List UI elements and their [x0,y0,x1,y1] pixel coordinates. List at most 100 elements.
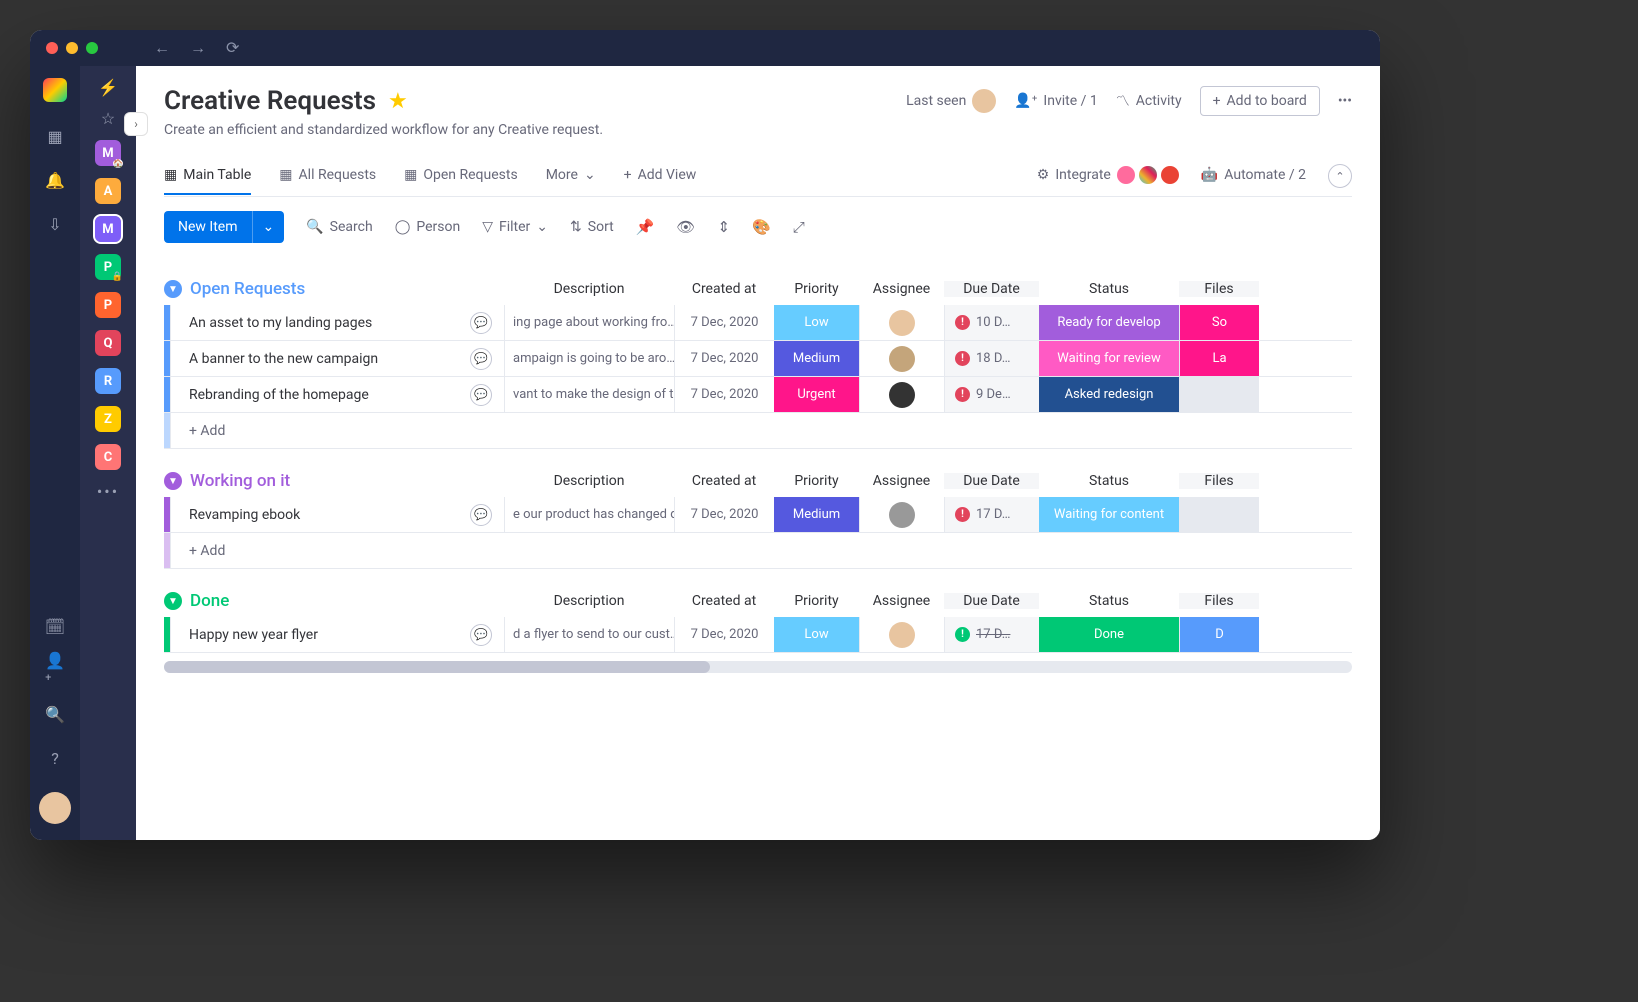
person-filter-button[interactable]: ◯Person [395,219,461,235]
tab-more[interactable]: More ⌄ [546,157,596,195]
chat-icon[interactable]: 💬 [470,384,492,406]
cell-priority[interactable]: Low [774,305,859,340]
workspace-chip[interactable]: Q [95,330,121,356]
group-title[interactable]: Done [190,591,229,611]
group-collapse-icon[interactable]: ▼ [164,472,182,490]
user-avatar[interactable] [39,792,71,824]
activity-button[interactable]: 〽Activity [1116,91,1182,111]
forward-icon[interactable]: → [190,38,206,58]
search-icon[interactable]: 🔍 [45,704,65,724]
cell-due-date[interactable]: !17 D… [944,617,1039,652]
chat-icon[interactable]: 💬 [470,312,492,334]
cell-due-date[interactable]: !18 D… [944,341,1039,376]
workspace-chip[interactable]: M [95,216,121,242]
add-item-row[interactable]: + Add [164,533,1352,569]
new-item-button[interactable]: New Item⌄ [164,211,284,243]
integrate-button[interactable]: ⚙Integrate [1037,156,1179,196]
workspace-chip[interactable]: C [95,444,121,470]
invite-button[interactable]: 👤⁺Invite / 1 [1014,93,1097,109]
workspace-chip[interactable]: P [95,292,121,318]
cell-files[interactable]: So [1179,305,1259,340]
cell-priority[interactable]: Low [774,617,859,652]
table-row[interactable]: Rebranding of the homepage💬 vant to make… [164,377,1352,413]
cell-files[interactable] [1179,497,1259,532]
app-logo[interactable] [43,78,67,102]
sort-button[interactable]: ⇅Sort [570,219,614,235]
color-icon[interactable]: 🎨 [752,218,771,236]
search-button[interactable]: 🔍Search [306,219,372,235]
group-title[interactable]: Working on it [190,471,290,491]
workspace-chip[interactable]: R [95,368,121,394]
workspace-chip[interactable]: P🔒 [95,254,121,280]
cell-assignee[interactable] [859,305,944,340]
cell-description[interactable]: ing page about working fro… [504,305,674,340]
cell-description[interactable]: e our product has changed d… [504,497,674,532]
tab-all-requests[interactable]: ▦All Requests [279,157,376,195]
pin-icon[interactable]: 📌 [636,218,655,236]
workspace-chip[interactable]: M🏠 [95,140,121,166]
boards-icon[interactable]: ▦ [45,126,65,146]
cell-description[interactable]: d a flyer to send to our cust… [504,617,674,652]
window-minimize[interactable] [66,42,78,54]
cell-due-date[interactable]: !10 D… [944,305,1039,340]
add-view-button[interactable]: +Add View [624,157,697,195]
cell-description[interactable]: ampaign is going to be aro… [504,341,674,376]
cell-due-date[interactable]: !9 De… [944,377,1039,412]
add-item-row[interactable]: + Add [164,413,1352,449]
board-more-menu[interactable]: ••• [1338,93,1352,109]
chevron-down-icon[interactable]: ⌄ [252,211,285,243]
chat-icon[interactable]: 💬 [470,504,492,526]
cell-status[interactable]: Waiting for content [1039,497,1179,532]
table-row[interactable]: A banner to the new campaign💬 ampaign is… [164,341,1352,377]
cell-assignee[interactable] [859,341,944,376]
table-row[interactable]: Happy new year flyer💬 d a flyer to send … [164,617,1352,653]
group-collapse-icon[interactable]: ▼ [164,280,182,298]
cell-status[interactable]: Ready for develop [1039,305,1179,340]
help-icon[interactable]: ? [45,748,65,768]
favorite-star-icon[interactable]: ★ [388,89,408,114]
add-to-board-button[interactable]: +Add to board [1200,86,1320,116]
cell-files[interactable] [1179,377,1259,412]
height-icon[interactable]: ⇕ [717,218,730,236]
chat-icon[interactable]: 💬 [470,624,492,646]
cell-due-date[interactable]: !17 D… [944,497,1039,532]
cell-status[interactable]: Asked redesign [1039,377,1179,412]
table-row[interactable]: Revamping ebook💬 e our product has chang… [164,497,1352,533]
scrollbar-thumb[interactable] [164,661,710,673]
back-icon[interactable]: ← [154,38,170,58]
tab-main-table[interactable]: ▦Main Table [164,157,251,195]
workspace-chip[interactable]: Z [95,406,121,432]
board-title[interactable]: Creative Requests [164,86,376,116]
refresh-icon[interactable]: ⟳ [226,38,239,58]
cell-description[interactable]: vant to make the design of t… [504,377,674,412]
workspace-more[interactable]: ••• [97,482,119,501]
cell-priority[interactable]: Medium [774,341,859,376]
calendar-icon[interactable]: 🗓 [45,616,65,636]
cell-assignee[interactable] [859,377,944,412]
filter-button[interactable]: ▽Filter⌄ [482,219,548,235]
cell-priority[interactable]: Urgent [774,377,859,412]
star-outline-icon[interactable]: ☆ [101,109,115,128]
cell-status[interactable]: Waiting for review [1039,341,1179,376]
window-maximize[interactable] [86,42,98,54]
group-title[interactable]: Open Requests [190,279,305,299]
chat-icon[interactable]: 💬 [470,348,492,370]
cell-assignee[interactable] [859,497,944,532]
collapse-sidebar-button[interactable]: › [124,112,148,136]
bolt-icon[interactable]: ⚡ [98,78,118,97]
invite-icon[interactable]: 👤⁺ [45,660,65,680]
notifications-icon[interactable]: 🔔 [45,170,65,190]
cell-priority[interactable]: Medium [774,497,859,532]
cell-files[interactable]: D [1179,617,1259,652]
last-seen[interactable]: Last seen [906,89,996,113]
workspace-chip[interactable]: A [95,178,121,204]
table-row[interactable]: An asset to my landing pages💬 ing page a… [164,305,1352,341]
group-collapse-icon[interactable]: ▼ [164,592,182,610]
automate-button[interactable]: 🤖Automate / 2 [1201,157,1306,195]
window-close[interactable] [46,42,58,54]
collapse-groups-icon[interactable]: ⤢ [793,218,805,236]
inbox-icon[interactable]: ⇩ [45,214,65,234]
horizontal-scrollbar[interactable] [164,661,1352,673]
cell-files[interactable]: La [1179,341,1259,376]
cell-status[interactable]: Done [1039,617,1179,652]
